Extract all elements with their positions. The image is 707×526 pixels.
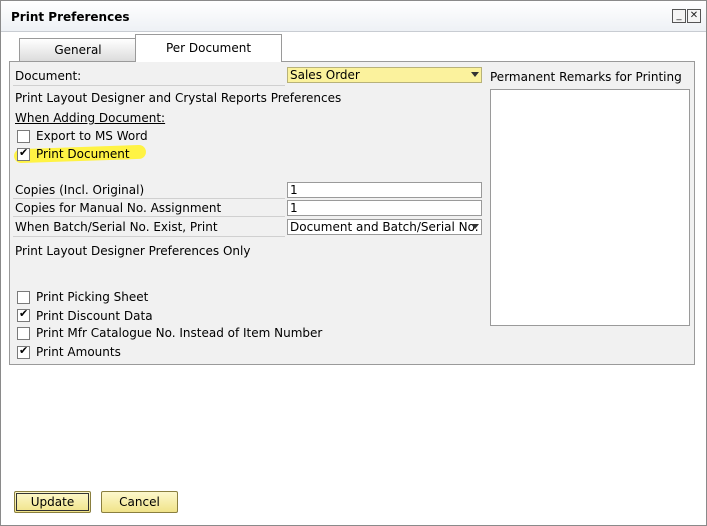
batch-serial-label: When Batch/Serial No. Exist, Print <box>15 220 218 234</box>
check-icon: ✔ <box>19 344 29 357</box>
pld-crystal-heading: Print Layout Designer and Crystal Report… <box>15 91 342 105</box>
row-divider <box>13 236 285 237</box>
print-preferences-window: Print Preferences _ ✕ General Per Docume… <box>0 0 707 526</box>
chevron-down-icon <box>471 224 479 229</box>
print-amounts-label: Print Amounts <box>36 345 121 359</box>
batch-serial-select-value: Document and Batch/Serial No. <box>290 220 479 234</box>
window-title: Print Preferences <box>11 10 130 24</box>
chevron-down-icon <box>471 72 479 77</box>
remarks-label: Permanent Remarks for Printing <box>490 70 682 84</box>
row-divider <box>13 216 285 217</box>
copies-label: Copies (Incl. Original) <box>15 183 145 197</box>
print-discount-label: Print Discount Data <box>36 309 153 323</box>
print-document-label: Print Document <box>36 147 130 161</box>
row-divider <box>13 85 285 86</box>
pld-only-heading: Print Layout Designer Preferences Only <box>15 244 251 258</box>
print-picking-checkbox[interactable] <box>17 291 30 304</box>
export-word-label: Export to MS Word <box>36 129 148 143</box>
copies-manual-label: Copies for Manual No. Assignment <box>15 201 222 215</box>
minimize-icon[interactable]: _ <box>672 9 686 23</box>
tab-per-document[interactable]: Per Document <box>135 34 282 62</box>
print-discount-checkbox[interactable]: ✔ <box>17 307 30 322</box>
check-icon: ✔ <box>19 146 29 159</box>
print-document-checkbox[interactable]: ✔ <box>17 146 30 161</box>
close-icon[interactable]: ✕ <box>687 9 701 23</box>
export-word-checkbox[interactable] <box>17 130 30 143</box>
permanent-remarks-textarea[interactable] <box>490 89 690 326</box>
print-amounts-checkbox[interactable]: ✔ <box>17 344 30 359</box>
copies-manual-input[interactable]: 1 <box>287 200 482 216</box>
print-mfr-label: Print Mfr Catalogue No. Instead of Item … <box>36 326 323 340</box>
cancel-button[interactable]: Cancel <box>101 491 178 513</box>
document-select-value: Sales Order <box>290 68 360 82</box>
when-adding-heading: When Adding Document: <box>15 111 166 125</box>
update-button[interactable]: Update <box>14 491 91 513</box>
row-divider <box>13 198 285 199</box>
document-label: Document: <box>15 69 82 83</box>
tab-general[interactable]: General <box>19 38 137 61</box>
copies-input[interactable]: 1 <box>287 182 482 198</box>
check-icon: ✔ <box>19 307 29 320</box>
print-mfr-checkbox[interactable] <box>17 327 30 340</box>
document-select[interactable]: Sales Order <box>287 67 482 83</box>
batch-serial-select[interactable]: Document and Batch/Serial No. <box>287 219 482 235</box>
title-bar: Print Preferences _ ✕ <box>1 1 706 32</box>
print-picking-label: Print Picking Sheet <box>36 290 149 304</box>
